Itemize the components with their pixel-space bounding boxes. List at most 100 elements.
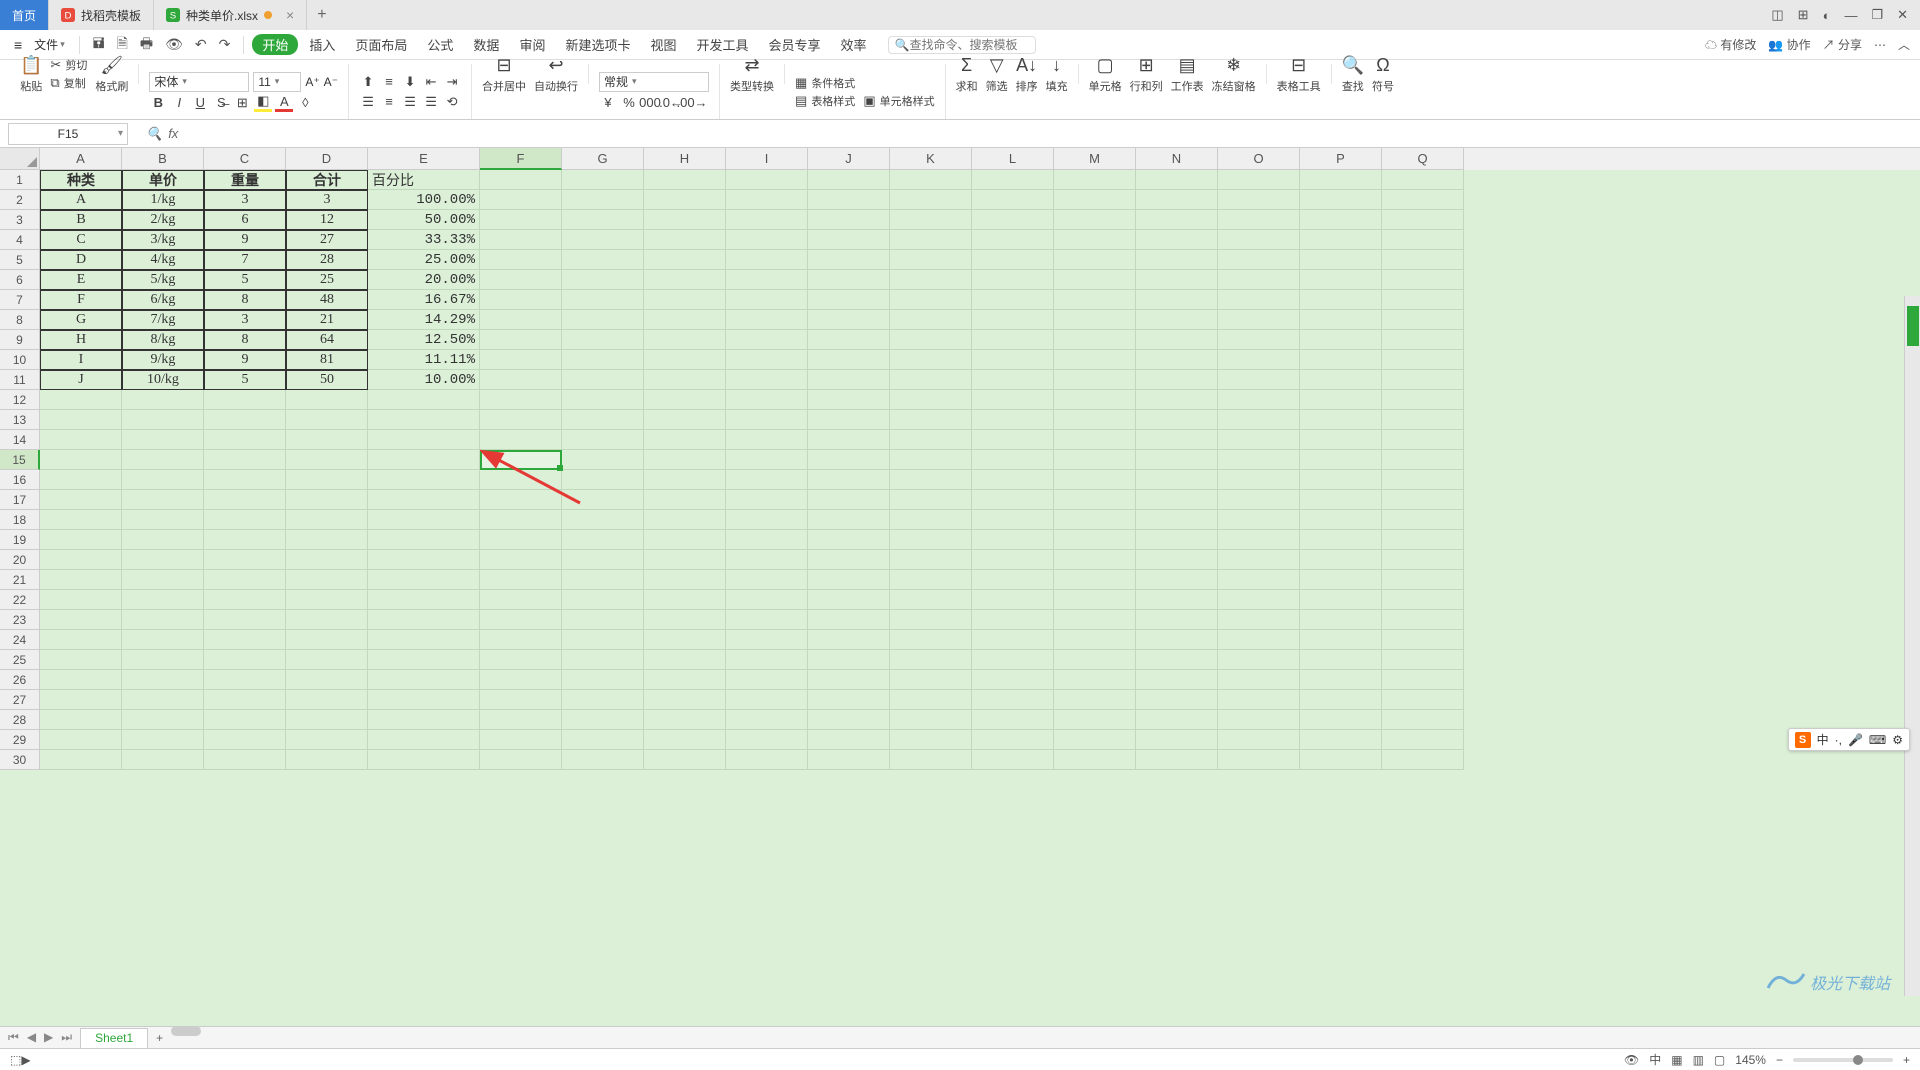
symbol-button[interactable]: Ω符号 [1372, 55, 1394, 94]
cell[interactable] [562, 550, 644, 570]
cell[interactable]: 2/kg [122, 210, 204, 230]
cell[interactable] [890, 450, 972, 470]
cell[interactable] [40, 590, 122, 610]
cell[interactable] [1136, 730, 1218, 750]
cell[interactable] [808, 690, 890, 710]
cell[interactable] [808, 610, 890, 630]
cell[interactable] [1382, 330, 1464, 350]
cell[interactable] [890, 250, 972, 270]
row-header-27[interactable]: 27 [0, 690, 40, 710]
cell[interactable] [122, 650, 204, 670]
cell[interactable] [644, 430, 726, 450]
cell[interactable] [644, 470, 726, 490]
cell[interactable]: 27 [286, 230, 368, 250]
file-menu[interactable]: 文件▾ [28, 36, 71, 53]
cell[interactable] [480, 350, 562, 370]
cell[interactable] [1136, 390, 1218, 410]
cell[interactable]: 25.00% [368, 250, 480, 270]
cell[interactable] [808, 570, 890, 590]
cell[interactable] [644, 410, 726, 430]
cell[interactable] [368, 470, 480, 490]
cell[interactable] [972, 530, 1054, 550]
cell[interactable] [562, 490, 644, 510]
cell[interactable] [1054, 170, 1136, 190]
cell[interactable] [1054, 410, 1136, 430]
cell[interactable] [1054, 710, 1136, 730]
cloud-changes[interactable]: ☁ 有修改 [1705, 36, 1756, 53]
cell[interactable]: D [40, 250, 122, 270]
cell[interactable] [122, 630, 204, 650]
tab-close-icon[interactable]: × [286, 7, 294, 23]
cell[interactable] [808, 230, 890, 250]
cell[interactable] [204, 670, 286, 690]
save-icon[interactable]: 🖬 [88, 33, 110, 57]
cell[interactable] [204, 750, 286, 770]
cell[interactable]: 9 [204, 350, 286, 370]
cell[interactable]: 8 [204, 290, 286, 310]
cell[interactable] [726, 390, 808, 410]
tab-file[interactable]: S 种类单价.xlsx × [154, 0, 307, 30]
menu-start[interactable]: 开始 [252, 34, 298, 55]
cell[interactable] [644, 270, 726, 290]
formula-input[interactable] [188, 123, 1920, 145]
cell[interactable] [562, 190, 644, 210]
cell[interactable] [1218, 290, 1300, 310]
cell-button[interactable]: ▢单元格 [1089, 55, 1122, 94]
cell[interactable] [562, 610, 644, 630]
row-header-13[interactable]: 13 [0, 410, 40, 430]
record-macro-icon[interactable]: ⬚▶ [10, 1053, 31, 1067]
cell[interactable] [480, 410, 562, 430]
cell[interactable] [1218, 610, 1300, 630]
cell[interactable] [1054, 330, 1136, 350]
cell[interactable] [644, 710, 726, 730]
cell[interactable] [204, 610, 286, 630]
cell[interactable] [562, 530, 644, 550]
worksheet-button[interactable]: ▤工作表 [1171, 55, 1204, 94]
redo-icon[interactable]: ↷ [214, 36, 236, 53]
cell[interactable] [368, 710, 480, 730]
cell[interactable]: 9/kg [122, 350, 204, 370]
cell[interactable] [808, 390, 890, 410]
cell[interactable] [562, 510, 644, 530]
cell[interactable] [368, 650, 480, 670]
cell[interactable] [562, 670, 644, 690]
cell[interactable] [40, 410, 122, 430]
cell[interactable] [890, 290, 972, 310]
cell[interactable] [562, 350, 644, 370]
cell[interactable] [1382, 730, 1464, 750]
cell[interactable]: 50 [286, 370, 368, 390]
align-left-icon[interactable]: ☰ [359, 93, 377, 111]
cell[interactable] [972, 750, 1054, 770]
increase-font-icon[interactable]: A⁺ [305, 75, 319, 89]
cell[interactable] [1054, 250, 1136, 270]
save-as-icon[interactable]: 🗎 [112, 33, 133, 57]
cell[interactable] [122, 670, 204, 690]
number-format-select[interactable]: 常规▾ [599, 72, 709, 92]
cell[interactable] [972, 350, 1054, 370]
type-convert-button[interactable]: ⇄类型转换 [730, 55, 774, 94]
column-header-M[interactable]: M [1054, 148, 1136, 170]
cell[interactable] [480, 530, 562, 550]
cell[interactable]: 8/kg [122, 330, 204, 350]
cell[interactable] [808, 530, 890, 550]
cell[interactable] [726, 410, 808, 430]
cell[interactable] [1136, 690, 1218, 710]
cell[interactable] [972, 470, 1054, 490]
cell[interactable] [562, 750, 644, 770]
decimal-dec-icon[interactable]: .00→ [683, 94, 701, 112]
cell[interactable] [1382, 530, 1464, 550]
cell[interactable] [368, 690, 480, 710]
cell[interactable] [808, 170, 890, 190]
cell[interactable] [1218, 350, 1300, 370]
cell[interactable] [562, 290, 644, 310]
cell[interactable] [1218, 410, 1300, 430]
cell[interactable] [890, 530, 972, 550]
cell[interactable] [1054, 670, 1136, 690]
tab-templates[interactable]: D 找稻壳模板 [49, 0, 154, 30]
cell[interactable]: E [40, 270, 122, 290]
fx-icon[interactable]: fx [168, 126, 178, 141]
cell[interactable] [808, 310, 890, 330]
cell[interactable] [562, 450, 644, 470]
cell[interactable] [808, 210, 890, 230]
cell[interactable] [562, 410, 644, 430]
